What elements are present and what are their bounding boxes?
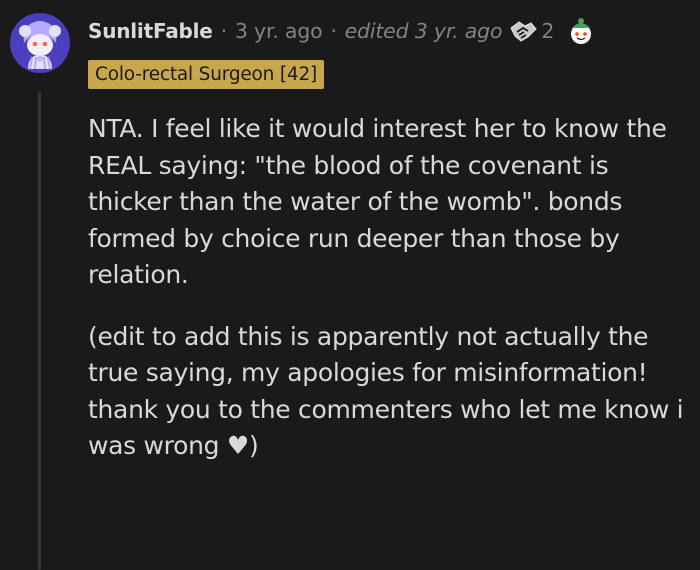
comment-paragraph: NTA. I feel like it would interest her t… — [88, 114, 667, 289]
comment-header: SunlitFable · 3 yr. ago · edited 3 yr. a… — [88, 14, 596, 48]
thread-line[interactable] — [38, 92, 41, 570]
user-flair: Colo-rectal Surgeon [42] — [88, 60, 325, 89]
snoo-award-icon[interactable] — [566, 16, 596, 46]
user-avatar[interactable] — [10, 13, 70, 73]
comment-paragraph: (edit to add this is apparently not actu… — [88, 321, 684, 461]
separator-dot: · — [220, 19, 227, 43]
timestamp[interactable]: 3 yr. ago — [235, 19, 323, 43]
comment-body: NTA. I feel like it would interest her t… — [88, 111, 688, 465]
comment: SunlitFable · 3 yr. ago · edited 3 yr. a… — [0, 0, 700, 570]
edited-timestamp: edited 3 yr. ago — [344, 19, 503, 43]
handshake-award-icon[interactable] — [508, 18, 538, 44]
separator-dot: · — [330, 19, 337, 43]
award-count: 2 — [541, 19, 555, 43]
username[interactable]: SunlitFable — [88, 19, 213, 43]
